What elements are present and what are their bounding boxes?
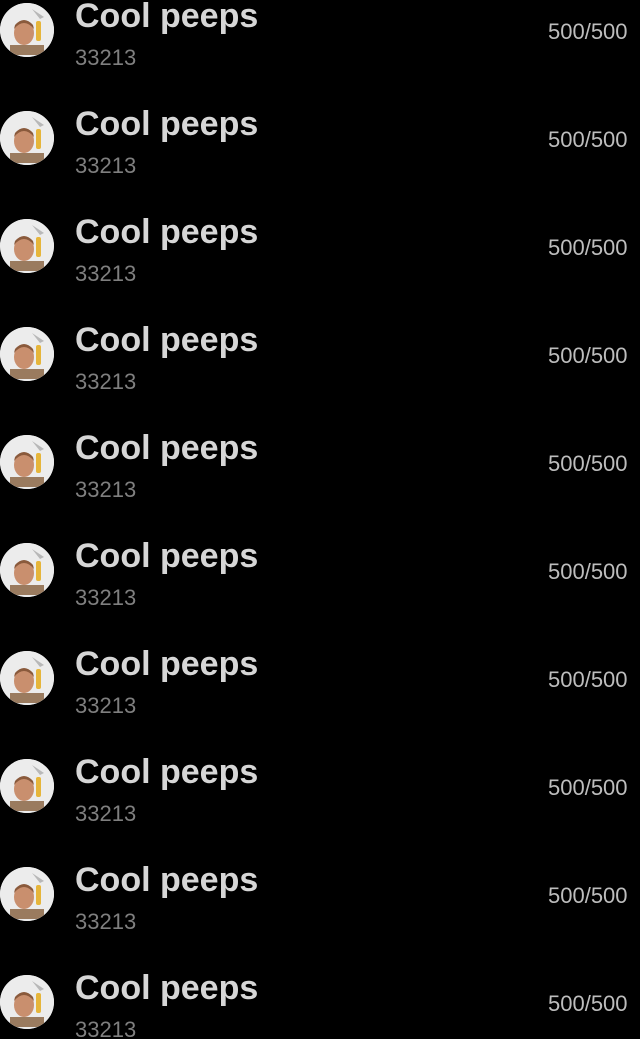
group-avatar-icon[interactable] bbox=[0, 543, 54, 597]
chat-title: Cool peeps bbox=[75, 0, 259, 35]
group-avatar-icon[interactable] bbox=[0, 651, 54, 705]
member-count: 500/500 bbox=[548, 127, 628, 152]
chat-subtitle: 33213 bbox=[75, 693, 137, 718]
chat-subtitle: 33213 bbox=[75, 477, 137, 502]
chat-row[interactable]: Cool peeps 33213 500/500 bbox=[0, 537, 640, 648]
chat-list: Cool peeps 33213 500/500 Cool peeps 3321… bbox=[0, 0, 640, 1039]
chat-title: Cool peeps bbox=[75, 753, 259, 791]
group-avatar-icon[interactable] bbox=[0, 219, 54, 273]
member-count: 500/500 bbox=[548, 343, 628, 368]
member-count: 500/500 bbox=[548, 883, 628, 908]
chat-row[interactable]: Cool peeps 33213 500/500 bbox=[0, 0, 640, 108]
group-avatar-icon[interactable] bbox=[0, 111, 54, 165]
chat-row[interactable]: Cool peeps 33213 500/500 bbox=[0, 645, 640, 756]
group-avatar-icon[interactable] bbox=[0, 759, 54, 813]
chat-subtitle: 33213 bbox=[75, 801, 137, 826]
group-avatar-icon[interactable] bbox=[0, 867, 54, 921]
chat-title: Cool peeps bbox=[75, 861, 259, 899]
chat-subtitle: 33213 bbox=[75, 909, 137, 934]
chat-row[interactable]: Cool peeps 33213 500/500 bbox=[0, 105, 640, 216]
member-count: 500/500 bbox=[548, 235, 628, 260]
chat-row[interactable]: Cool peeps 33213 500/500 bbox=[0, 429, 640, 540]
group-avatar-icon[interactable] bbox=[0, 3, 54, 57]
chat-title: Cool peeps bbox=[75, 429, 259, 467]
chat-row[interactable]: Cool peeps 33213 500/500 bbox=[0, 213, 640, 324]
member-count: 500/500 bbox=[548, 775, 628, 800]
chat-subtitle: 33213 bbox=[75, 1017, 137, 1039]
chat-title: Cool peeps bbox=[75, 213, 259, 251]
chat-subtitle: 33213 bbox=[75, 45, 137, 70]
member-count: 500/500 bbox=[548, 451, 628, 476]
chat-subtitle: 33213 bbox=[75, 153, 137, 178]
chat-row[interactable]: Cool peeps 33213 500/500 bbox=[0, 969, 640, 1039]
chat-title: Cool peeps bbox=[75, 969, 259, 1007]
group-avatar-icon[interactable] bbox=[0, 327, 54, 381]
group-avatar-icon[interactable] bbox=[0, 435, 54, 489]
chat-row[interactable]: Cool peeps 33213 500/500 bbox=[0, 321, 640, 432]
member-count: 500/500 bbox=[548, 991, 628, 1016]
chat-subtitle: 33213 bbox=[75, 261, 137, 286]
member-count: 500/500 bbox=[548, 667, 628, 692]
chat-subtitle: 33213 bbox=[75, 369, 137, 394]
chat-row[interactable]: Cool peeps 33213 500/500 bbox=[0, 861, 640, 972]
member-count: 500/500 bbox=[548, 19, 628, 44]
member-count: 500/500 bbox=[548, 559, 628, 584]
chat-title: Cool peeps bbox=[75, 105, 259, 143]
chat-row[interactable]: Cool peeps 33213 500/500 bbox=[0, 753, 640, 864]
chat-title: Cool peeps bbox=[75, 537, 259, 575]
chat-subtitle: 33213 bbox=[75, 585, 137, 610]
chat-title: Cool peeps bbox=[75, 321, 259, 359]
chat-title: Cool peeps bbox=[75, 645, 259, 683]
group-avatar-icon[interactable] bbox=[0, 975, 54, 1029]
